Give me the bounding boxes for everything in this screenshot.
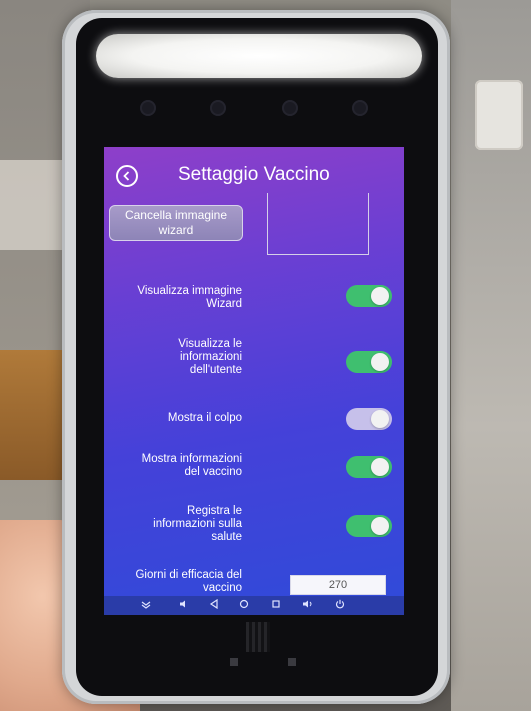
device-screen: Settaggio Vaccino Cancella immagine wiza… [104,147,404,615]
volume-down-icon[interactable] [178,599,190,611]
camera-icon [282,100,298,116]
setting-label-show-shot: Mostra il colpo [167,412,242,424]
camera-icon [210,100,226,116]
recents-icon[interactable] [270,599,282,611]
toggle-show-vaccine-info[interactable] [346,456,392,478]
toggle-record-health-info[interactable] [346,515,392,537]
toggle-knob [371,353,389,371]
button-label: Cancella immagine [124,208,228,222]
toggle-show-user-info[interactable] [346,351,392,373]
camera-icon [352,100,368,116]
button-label: wizard [158,223,194,237]
setting-label-show-vaccine-info: Mostra informazioni del vaccino [141,453,242,478]
setting-label-record-health-info: Registra le informazioni sulla salute [153,505,242,543]
page-title: Settaggio Vaccino [178,164,330,185]
toggle-knob [371,410,389,428]
setting-label-show-user-info: Visualizza le informazioni dell'utente [178,338,242,376]
volume-up-icon[interactable] [302,599,314,611]
expand-icon[interactable] [140,599,152,611]
system-navigation-bar [104,596,404,615]
wall-switch [475,80,523,150]
wizard-image-preview [267,193,369,255]
sensor-dot [230,658,238,666]
home-icon[interactable] [238,599,250,611]
power-icon[interactable] [334,599,346,611]
toggle-knob [371,287,389,305]
toggle-knob [371,458,389,476]
clear-wizard-image-button[interactable]: Cancella immagine wizard [109,205,243,241]
qr-scanner-window [246,622,270,652]
back-icon[interactable] [208,598,220,611]
camera-icon [140,100,156,116]
sensor-dot [288,658,296,666]
vaccine-efficacy-days-input[interactable]: 270 [290,575,386,595]
setting-label-show-wizard-image: Visualizza immagine Wizard [137,285,242,310]
setting-label-vaccine-efficacy-days: Giorni di efficacia del vaccino [135,569,242,594]
light-bar [96,34,422,78]
toggle-knob [371,517,389,535]
toggle-show-shot[interactable] [346,408,392,430]
toggle-show-wizard-image[interactable] [346,285,392,307]
chevron-left-icon [123,171,130,181]
back-button[interactable] [116,165,138,187]
